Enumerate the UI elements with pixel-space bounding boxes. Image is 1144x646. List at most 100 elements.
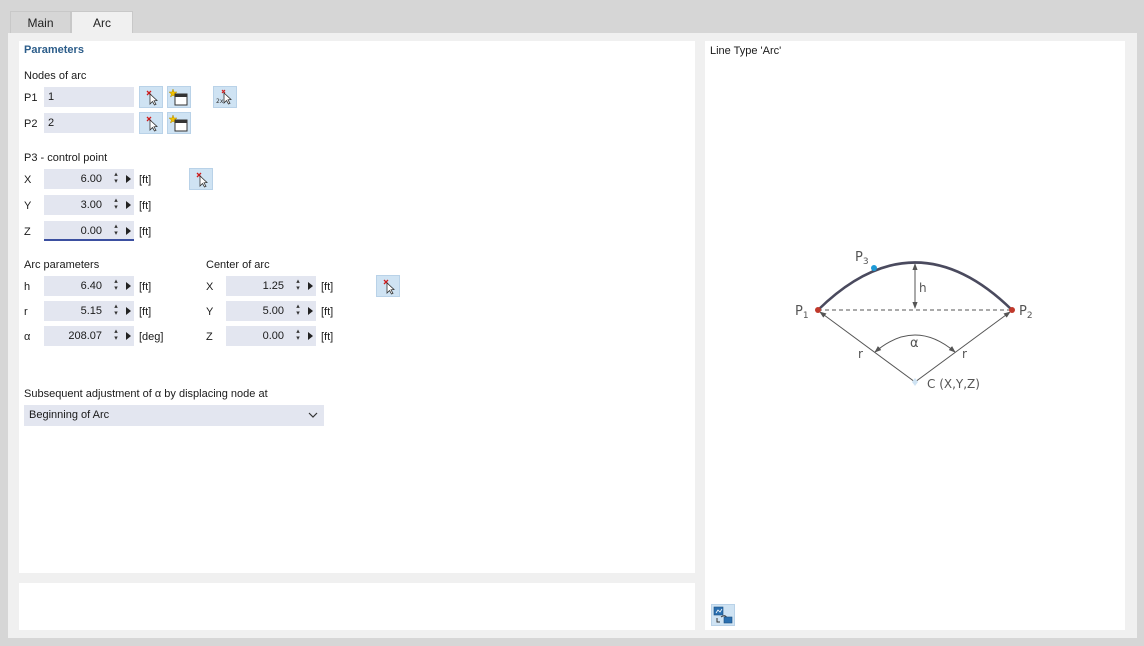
new-p1-button[interactable] — [167, 86, 191, 108]
expand-arrow-icon[interactable] — [126, 227, 131, 235]
expand-arrow-icon[interactable] — [126, 201, 131, 209]
center-z-unit: [ft] — [321, 331, 334, 343]
tab-main[interactable]: Main — [10, 11, 71, 33]
center-x-input[interactable]: 1.25 ▴ ▾ — [226, 276, 316, 296]
spinner-icon[interactable]: ▴ ▾ — [294, 303, 302, 319]
new-p2-button[interactable] — [167, 112, 191, 134]
alpha-value: 208.07 — [68, 330, 102, 342]
center-z-value: 0.00 — [262, 330, 284, 342]
p3-diagram-label: P3 — [855, 250, 869, 267]
p1-point — [815, 307, 821, 313]
pick-center-button[interactable] — [376, 275, 400, 297]
p3-point — [871, 265, 877, 271]
arc-parameters-label: Arc parameters — [24, 259, 100, 271]
adjustment-selected-value: Beginning of Arc — [29, 409, 110, 421]
p3-x-value: 6.00 — [80, 173, 102, 185]
center-z-label: Z — [206, 331, 213, 343]
pick-two-nodes-icon: 2x — [216, 89, 232, 105]
p1-node-input[interactable]: 1 — [44, 87, 134, 107]
center-y-value: 5.00 — [262, 305, 284, 317]
expand-arrow-icon[interactable] — [126, 332, 131, 340]
spinner-icon[interactable]: ▴ ▾ — [112, 223, 120, 239]
svg-text:2x: 2x — [216, 98, 224, 105]
p3-z-unit: [ft] — [139, 226, 152, 238]
expand-arrow-icon[interactable] — [126, 307, 131, 315]
expand-arrow-icon[interactable] — [308, 282, 313, 290]
pick-two-nodes-button[interactable]: 2x — [213, 86, 237, 108]
p2-diagram-label: P2 — [1019, 304, 1033, 321]
preview-title: Line Type 'Arc' — [710, 45, 782, 57]
parameters-title: Parameters — [24, 44, 84, 56]
h-diagram-label: h — [919, 281, 927, 295]
p3-z-value: 0.00 — [80, 225, 102, 237]
r-value: 5.15 — [80, 305, 102, 317]
p3-y-label: Y — [24, 200, 32, 212]
select-p1-button[interactable] — [139, 86, 163, 108]
diagram-options-button[interactable] — [711, 604, 735, 626]
center-x-label: X — [206, 281, 214, 293]
spinner-icon[interactable]: ▴ ▾ — [112, 197, 120, 213]
select-node-icon — [196, 172, 208, 188]
radius-left — [819, 311, 916, 383]
r-unit: [ft] — [139, 306, 152, 318]
expand-arrow-icon[interactable] — [308, 332, 313, 340]
p2-label: P2 — [24, 118, 38, 130]
spinner-icon[interactable]: ▴ ▾ — [294, 328, 302, 344]
p3-y-value: 3.00 — [80, 199, 102, 211]
r-label: r — [24, 306, 28, 318]
alpha-label: α — [24, 331, 31, 343]
select-node-icon — [146, 116, 158, 132]
h-input[interactable]: 6.40 ▴ ▾ — [44, 276, 134, 296]
h-unit: [ft] — [139, 281, 152, 293]
center-of-arc-label: Center of arc — [206, 259, 270, 271]
new-node-icon — [168, 114, 188, 132]
spinner-icon[interactable]: ▴ ▾ — [112, 303, 120, 319]
center-point — [912, 378, 918, 386]
new-node-icon — [168, 88, 188, 106]
pick-control-point-button[interactable] — [189, 168, 213, 190]
center-y-unit: [ft] — [321, 306, 334, 318]
p1-diagram-label: P1 — [795, 304, 809, 321]
spinner-icon[interactable]: ▴ ▾ — [112, 171, 120, 187]
p3-y-unit: [ft] — [139, 200, 152, 212]
r-left-diagram-label: r — [858, 347, 863, 361]
p3-x-label: X — [24, 174, 32, 186]
p3-x-input[interactable]: 6.00 ▴ ▾ — [44, 169, 134, 189]
p2-point — [1009, 307, 1015, 313]
p2-node-input[interactable]: 2 — [44, 113, 134, 133]
adjustment-label: Subsequent adjustment of α by displacing… — [24, 388, 268, 400]
nodes-of-arc-label: Nodes of arc — [24, 70, 87, 82]
chevron-down-icon — [308, 412, 318, 418]
center-x-value: 1.25 — [262, 280, 284, 292]
tab-arc[interactable]: Arc — [71, 11, 133, 33]
r-right-diagram-label: r — [962, 347, 967, 361]
comment-panel — [19, 583, 695, 630]
h-value: 6.40 — [80, 280, 102, 292]
center-z-input[interactable]: 0.00 ▴ ▾ — [226, 326, 316, 346]
center-y-label: Y — [206, 306, 214, 318]
r-input[interactable]: 5.15 ▴ ▾ — [44, 301, 134, 321]
center-y-input[interactable]: 5.00 ▴ ▾ — [226, 301, 316, 321]
adjustment-select[interactable]: Beginning of Arc — [24, 405, 324, 426]
spinner-icon[interactable]: ▴ ▾ — [112, 278, 120, 294]
expand-arrow-icon[interactable] — [126, 282, 131, 290]
alpha-input[interactable]: 208.07 ▴ ▾ — [44, 326, 134, 346]
alpha-unit: [deg] — [139, 331, 164, 343]
p3-x-unit: [ft] — [139, 174, 152, 186]
center-x-unit: [ft] — [321, 281, 334, 293]
p3-z-label: Z — [24, 226, 31, 238]
tab-bar: Main Arc — [0, 0, 1144, 33]
diagram-options-icon — [713, 606, 733, 624]
center-diagram-label: C (X,Y,Z) — [927, 377, 980, 391]
expand-arrow-icon[interactable] — [308, 307, 313, 315]
p3-y-input[interactable]: 3.00 ▴ ▾ — [44, 195, 134, 215]
spinner-icon[interactable]: ▴ ▾ — [112, 328, 120, 344]
p3-z-input[interactable]: 0.00 ▴ ▾ — [44, 221, 134, 241]
spinner-icon[interactable]: ▴ ▾ — [294, 278, 302, 294]
alpha-diagram-label: α — [910, 336, 919, 351]
select-p2-button[interactable] — [139, 112, 163, 134]
arc-diagram: P1 P2 P3 h α r r C (X,Y,Z) — [795, 250, 1033, 391]
expand-arrow-icon[interactable] — [126, 175, 131, 183]
h-label: h — [24, 281, 31, 293]
select-node-icon — [383, 279, 395, 295]
